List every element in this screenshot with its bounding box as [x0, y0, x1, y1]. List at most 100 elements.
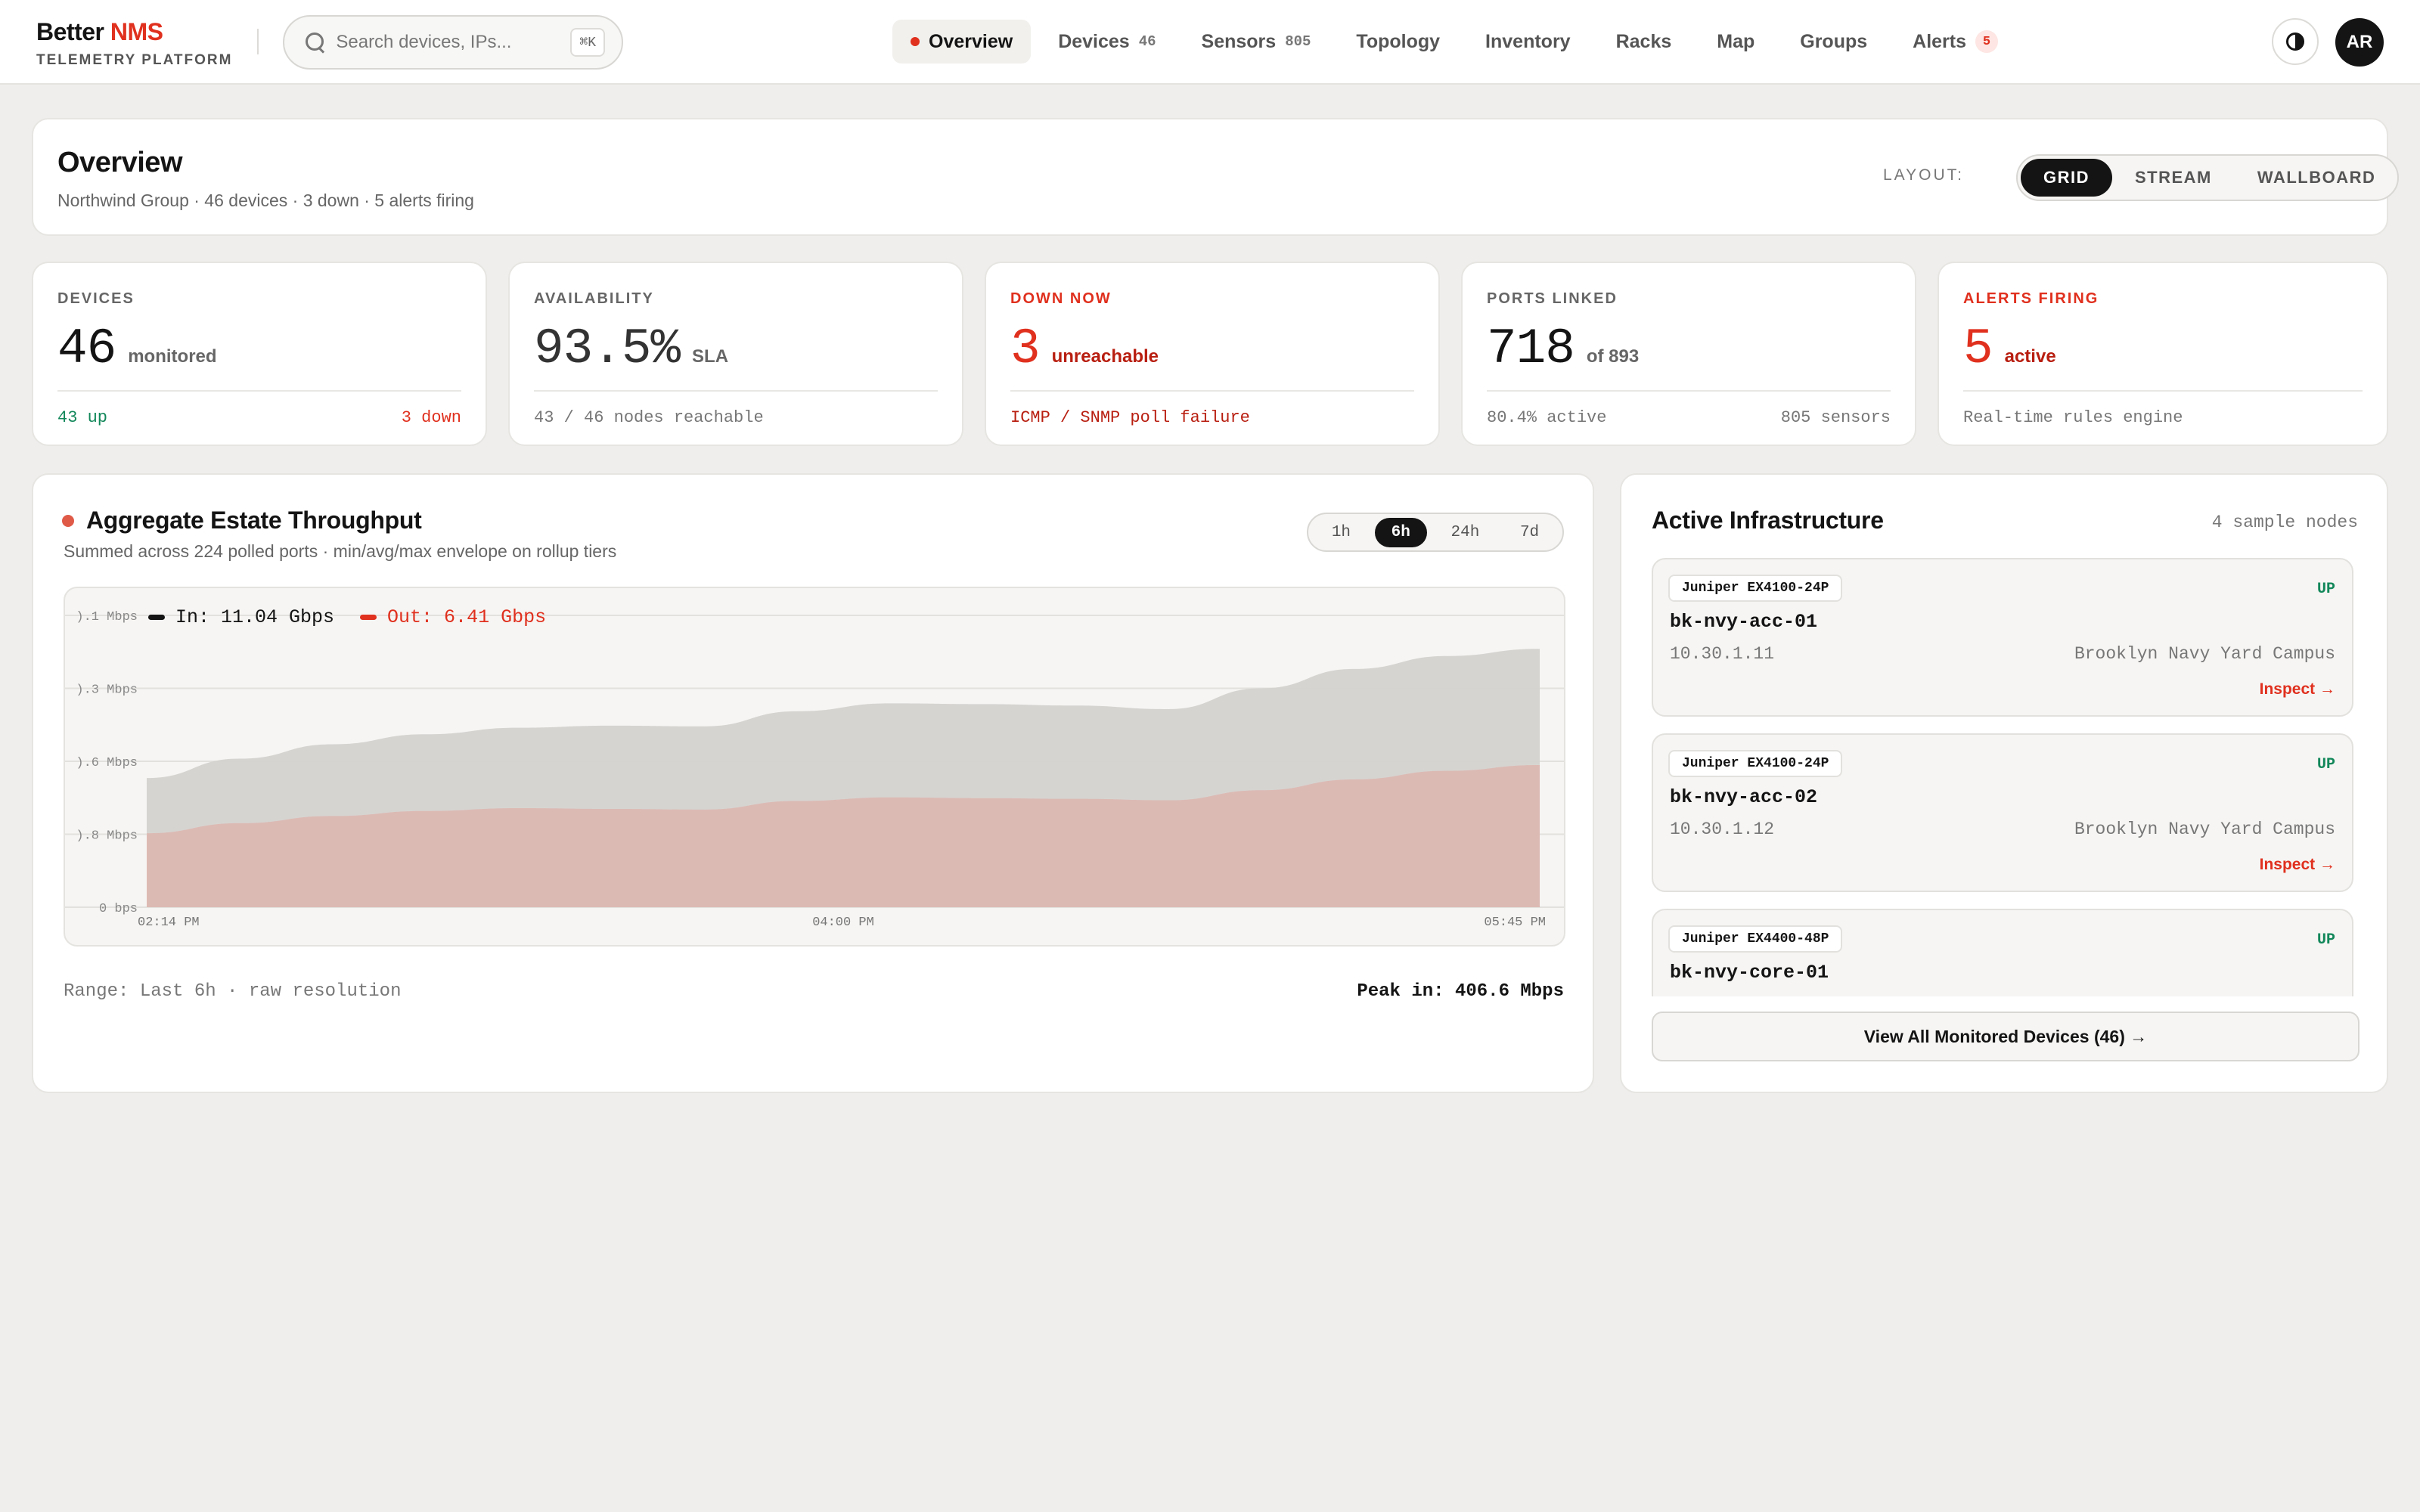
legend-out-swatch — [360, 615, 377, 620]
alerts-count-badge: 5 — [1975, 30, 1999, 53]
contrast-icon — [2286, 33, 2304, 51]
divider — [534, 390, 938, 392]
nav-label: Devices — [1058, 30, 1130, 52]
chart-title-row: Aggregate Estate Throughput — [62, 507, 422, 534]
layout-wallboard-button[interactable]: WALLBOARD — [2235, 159, 2398, 197]
chart-x-axis: 02:14 PM 04:00 PM 05:45 PM — [138, 916, 1546, 930]
legend-out-label: Out: 6.41 Gbps — [387, 606, 547, 628]
layout-grid-button[interactable]: GRID — [2021, 159, 2112, 197]
nav-count: 46 — [1138, 33, 1156, 50]
sensor-count: 805 sensors — [1780, 408, 1891, 427]
stat-footer: Real-time rules engine — [1963, 408, 2363, 427]
range-6h-button[interactable]: 6h — [1374, 517, 1427, 547]
node-model-tag: Juniper EX4400-48P — [1668, 925, 1843, 953]
nav-devices[interactable]: Devices 46 — [1040, 20, 1174, 64]
top-navigation-bar: Better NMS TELEMETRY PLATFORM ⌘K Overvie… — [0, 0, 2420, 85]
node-card[interactable]: Juniper EX4100-24P UP bk-nvy-acc-02 10.3… — [1652, 733, 2353, 892]
stat-footer: 43 / 46 nodes reachable — [534, 408, 938, 427]
legend-in-swatch — [148, 615, 165, 620]
stat-footer: 80.4% active 805 sensors — [1487, 408, 1891, 427]
legend-in[interactable]: In: 11.04 Gbps — [148, 606, 334, 628]
node-site: Brooklyn Navy Yard Campus — [2074, 644, 2335, 664]
node-hostname: bk-nvy-acc-02 — [1670, 786, 1818, 808]
infra-count: 4 sample nodes — [2211, 513, 2358, 532]
inspect-link[interactable]: Inspect → — [2260, 856, 2335, 874]
stat-card-ports-linked[interactable]: PORTS LINKED 718 of 893 80.4% active 805… — [1461, 262, 1916, 446]
nav-overview[interactable]: Overview — [892, 20, 1032, 64]
theme-toggle-button[interactable] — [2272, 18, 2319, 65]
brand-name-accent: NMS — [110, 18, 163, 45]
range-24h-button[interactable]: 24h — [1435, 518, 1497, 547]
main-nav: Overview Devices 46 Sensors 805 Topology… — [892, 20, 2016, 64]
stat-value-row: 93.5% SLA — [534, 321, 728, 377]
stat-unit: active — [2004, 346, 2056, 367]
stat-card-down-now[interactable]: DOWN NOW 3 unreachable ICMP / SNMP poll … — [985, 262, 1440, 446]
nav-alerts[interactable]: Alerts 5 — [1894, 20, 2016, 64]
y-tick-label: ).6 Mbps — [76, 756, 138, 770]
brand-subtitle: TELEMETRY PLATFORM — [36, 52, 233, 68]
range-1h-button[interactable]: 1h — [1315, 518, 1367, 547]
user-avatar[interactable]: AR — [2335, 18, 2384, 67]
stat-card-alerts-firing[interactable]: ALERTS FIRING 5 active Real-time rules e… — [1938, 262, 2388, 446]
chart-subtitle: Summed across 224 polled ports · min/avg… — [64, 541, 617, 561]
layout-switcher: GRID STREAM WALLBOARD — [2016, 154, 2399, 201]
y-tick-label: ).1 Mbps — [76, 610, 138, 624]
x-tick-label: 04:00 PM — [812, 916, 874, 930]
layout-stream-button[interactable]: STREAM — [2112, 159, 2235, 197]
nav-groups[interactable]: Groups — [1782, 20, 1885, 64]
legend-out[interactable]: Out: 6.41 Gbps — [360, 606, 546, 628]
nav-inventory[interactable]: Inventory — [1467, 20, 1589, 64]
page-title: Overview — [57, 147, 183, 178]
layout-label: LAYOUT: — [1883, 166, 1964, 184]
node-status-badge: UP — [2316, 756, 2335, 773]
chart-peak-value: Peak in: 406.6 Mbps — [1357, 981, 1564, 1002]
poll-failure-note: ICMP / SNMP poll failure — [1010, 408, 1250, 427]
stat-unit: SLA — [692, 346, 729, 367]
nav-label: Sensors — [1201, 30, 1277, 52]
page-subtitle: Northwind Group · 46 devices · 3 down · … — [57, 191, 474, 210]
throughput-chart-svg: ).1 Mbps).3 Mbps).6 Mbps).8 Mbps 0 bps 02… — [65, 610, 1564, 930]
infra-title: Active Infrastructure — [1652, 507, 1884, 534]
node-model-tag: Juniper EX4100-24P — [1668, 575, 1843, 602]
brand[interactable]: Better NMS TELEMETRY PLATFORM — [36, 18, 232, 69]
search-shortcut-badge: ⌘K — [570, 28, 605, 57]
nav-racks[interactable]: Racks — [1598, 20, 1690, 64]
search-icon — [306, 33, 324, 52]
divider — [57, 390, 461, 392]
chart-range-note: Range: Last 6h · raw resolution — [64, 981, 402, 1002]
nav-label: Racks — [1615, 30, 1672, 52]
nav-label: Overview — [929, 30, 1013, 52]
stat-card-devices[interactable]: DEVICES 46 monitored 43 up 3 down — [32, 262, 487, 446]
node-hostname: bk-nvy-acc-01 — [1670, 611, 1818, 633]
node-model-tag: Juniper EX4100-24P — [1668, 750, 1843, 777]
stat-value: 5 — [1963, 321, 1993, 377]
nav-label: Inventory — [1485, 30, 1571, 52]
node-list[interactable]: Juniper EX4100-24P UP bk-nvy-acc-01 10.3… — [1652, 558, 2353, 996]
ports-active-percent: 80.4% active — [1487, 408, 1607, 427]
view-all-devices-button[interactable]: View All Monitored Devices (46) → — [1652, 1012, 2360, 1061]
chart-title: Aggregate Estate Throughput — [86, 507, 422, 534]
stat-footer: 43 up 3 down — [57, 408, 461, 427]
y-tick-label: ).3 Mbps — [76, 683, 138, 698]
nav-sensors[interactable]: Sensors 805 — [1184, 20, 1329, 64]
active-infrastructure-card: Active Infrastructure 4 sample nodes Jun… — [1620, 473, 2388, 1093]
stat-value: 718 — [1487, 321, 1575, 377]
x-tick-label: 02:14 PM — [138, 916, 200, 930]
nav-topology[interactable]: Topology — [1338, 20, 1458, 64]
live-indicator-icon — [62, 514, 74, 527]
brand-name: Better NMS — [36, 18, 232, 46]
nav-count: 805 — [1285, 33, 1311, 50]
nav-label: Map — [1717, 30, 1755, 52]
nav-map[interactable]: Map — [1699, 20, 1773, 64]
node-card[interactable]: Juniper EX4100-24P UP bk-nvy-acc-01 10.3… — [1652, 558, 2353, 717]
stat-card-availability[interactable]: AVAILABILITY 93.5% SLA 43 / 46 nodes rea… — [508, 262, 963, 446]
node-card[interactable]: Juniper EX4400-48P UP bk-nvy-core-01 — [1652, 909, 2353, 996]
y-tick-label: 0 bps — [99, 902, 138, 916]
range-7d-button[interactable]: 7d — [1503, 518, 1556, 547]
throughput-plot[interactable]: ).1 Mbps).3 Mbps).6 Mbps).8 Mbps 0 bps 02… — [64, 587, 1565, 947]
search-input[interactable] — [336, 32, 571, 53]
stat-footer: ICMP / SNMP poll failure — [1010, 408, 1414, 427]
rules-engine-note: Real-time rules engine — [1963, 408, 2183, 427]
inspect-link[interactable]: Inspect → — [2260, 680, 2335, 699]
search-box[interactable]: ⌘K — [283, 15, 623, 70]
